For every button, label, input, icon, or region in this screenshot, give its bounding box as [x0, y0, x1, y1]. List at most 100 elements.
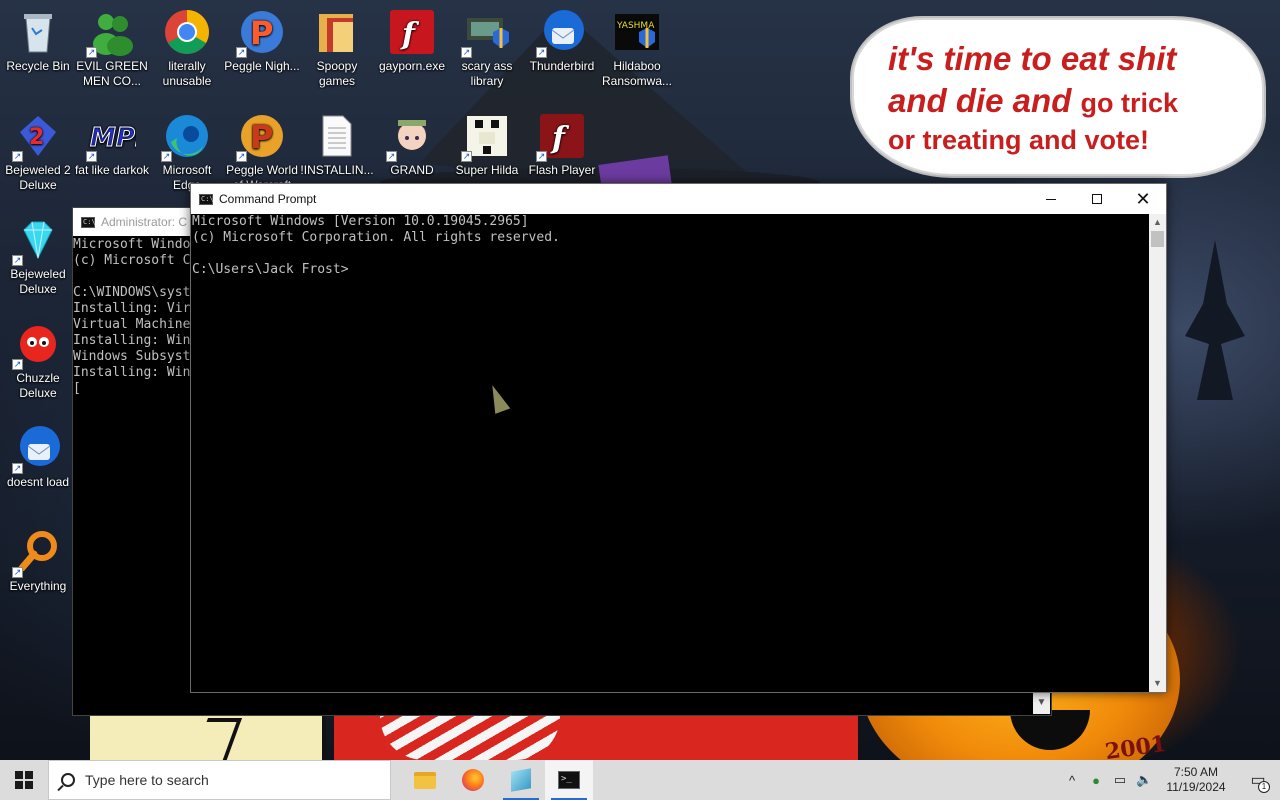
- taskbar-file-explorer[interactable]: [401, 760, 449, 800]
- icon-label: GRAND: [390, 163, 434, 177]
- taskbar: Type here to search >_ ^ ● ▭ 🔈 7:50 AM 1…: [0, 760, 1280, 800]
- icon-label: Hildaboo Ransomwa...: [601, 59, 673, 88]
- network-icon[interactable]: ▭: [1112, 772, 1128, 788]
- user-status-icon[interactable]: ●: [1088, 773, 1104, 788]
- file-explorer-icon: [414, 771, 436, 789]
- desktop-icon-hildaboo-ransomware[interactable]: YASHMA Hildaboo Ransomwa...: [599, 4, 675, 89]
- scroll-up-arrow-icon[interactable]: ▲: [1149, 214, 1166, 231]
- recycle-bin-icon: [14, 8, 62, 56]
- desktop-icon-peggle-nights[interactable]: P ↗ Peggle Nigh...: [224, 4, 300, 74]
- taskbar-firefox[interactable]: [449, 760, 497, 800]
- thunderbird-icon: ↗: [536, 8, 586, 58]
- desktop-icon-super-hilda[interactable]: ↗ Super Hilda: [449, 108, 525, 178]
- shortcut-arrow-icon: ↗: [12, 151, 23, 162]
- cmd-icon: C:\: [199, 193, 214, 205]
- terminal-icon: >_: [558, 771, 580, 789]
- cmd-console-output[interactable]: Microsoft Windows [Version 10.0.19045.29…: [191, 214, 1148, 692]
- svg-text:P: P: [250, 118, 273, 156]
- desktop-icon-scary-ass-library[interactable]: ↗ scary ass library: [449, 4, 525, 89]
- icon-label: doesnt load: [6, 475, 70, 489]
- desktop-icon-peggle-world-of-warcraft[interactable]: P ↗ Peggle World of Warcraft: [224, 108, 300, 193]
- desktop-icon-spoopy-games[interactable]: Spoopy games: [299, 4, 375, 89]
- admin-window-title: Administrator: C: [101, 215, 188, 229]
- clock-date: 11/19/2024: [1166, 780, 1226, 794]
- scroll-down-arrow-icon[interactable]: ▼: [1149, 675, 1166, 692]
- icon-label: Bejeweled 2 Deluxe: [5, 163, 71, 192]
- diamond-icon: ↗: [12, 216, 62, 266]
- icon-label: fat like darkok: [74, 163, 150, 177]
- icon-label: scary ass library: [461, 59, 513, 88]
- desktop-icon-everything[interactable]: ↗ Everything: [0, 524, 76, 594]
- chrome-icon: [163, 8, 211, 56]
- desktop-icon-evil-green-men[interactable]: ↗ EVIL GREEN MEN CO...: [74, 4, 150, 89]
- cmd-window-titlebar[interactable]: C:\ Command Prompt ✕: [191, 184, 1166, 214]
- taskbar-clock[interactable]: 7:50 AM 11/19/2024: [1160, 765, 1232, 795]
- desktop-icon-bejeweled-2[interactable]: 2 ↗ Bejeweled 2 Deluxe: [0, 108, 76, 193]
- desktop-icon-doesnt-load[interactable]: ↗ doesnt load: [0, 420, 76, 490]
- flash-icon: f: [388, 8, 436, 56]
- scroll-down-arrow-icon[interactable]: ▼: [1033, 692, 1050, 714]
- notification-badge: 1: [1258, 781, 1270, 793]
- speech-bubble: it's time to eat shit and die and go tri…: [852, 18, 1264, 176]
- bubble-line-1: it's time to eat shit: [888, 40, 1177, 77]
- desktop-icon-fat-like-darkok[interactable]: MPL ↗ fat like darkok: [74, 108, 152, 178]
- cmd-icon: C:\: [81, 216, 96, 228]
- desktop-icon-installing-txt[interactable]: !INSTALLIN...: [299, 108, 375, 178]
- cmd-window-title: Command Prompt: [219, 192, 317, 206]
- icon-label: Super Hilda: [455, 163, 519, 177]
- maximize-icon: [1092, 194, 1102, 204]
- green-men-icon: ↗: [86, 8, 136, 58]
- shortcut-arrow-icon: ↗: [161, 151, 172, 162]
- pixel-art-icon: ↗: [461, 112, 511, 162]
- console-line: Microsoft Windows [Version 10.0.19045.29…: [192, 214, 529, 229]
- bubble-line-2-italic: and die and: [888, 82, 1072, 119]
- desktop-icon-chrome[interactable]: literally unusable: [149, 4, 225, 89]
- shortcut-arrow-icon: ↗: [536, 47, 547, 58]
- desktop-icon-chuzzle-deluxe[interactable]: ↗ Chuzzle Deluxe: [0, 316, 76, 401]
- command-prompt-window[interactable]: C:\ Command Prompt ✕ Microsoft Windows […: [190, 183, 1167, 693]
- shortcut-arrow-icon: ↗: [386, 151, 397, 162]
- svg-text:2: 2: [29, 125, 44, 150]
- icon-label: Flash Player: [528, 163, 596, 177]
- desktop-icon-thunderbird[interactable]: ↗ Thunderbird: [524, 4, 600, 74]
- taskbar-command-prompt[interactable]: >_: [545, 760, 593, 800]
- icon-label: Recycle Bin: [6, 59, 70, 73]
- minimize-button[interactable]: [1028, 184, 1074, 214]
- firefox-icon: [462, 769, 484, 791]
- thunderbird-icon: ↗: [12, 424, 62, 474]
- icon-label: !INSTALLIN...: [300, 163, 374, 177]
- desktop-icon-flash-player[interactable]: f ↗ Flash Player: [524, 108, 600, 178]
- pumpkin-eye: [1010, 710, 1090, 750]
- shortcut-arrow-icon: ↗: [461, 47, 472, 58]
- shortcut-arrow-icon: ↗: [12, 255, 23, 266]
- icon-label: EVIL GREEN MEN CO...: [76, 59, 148, 88]
- desktop-icon-microsoft-edge[interactable]: ↗ Microsoft Edge: [149, 108, 225, 193]
- console-line: (c) Microsoft Corporation. All rights re…: [192, 230, 560, 245]
- desktop-icon-grand[interactable]: ↗ GRAND: [374, 108, 450, 178]
- volume-icon[interactable]: 🔈: [1136, 772, 1152, 788]
- mpl-icon: MPL ↗: [86, 112, 152, 162]
- taskbar-app[interactable]: [497, 760, 545, 800]
- notification-center-button[interactable]: ▭ 1: [1240, 760, 1276, 800]
- scrollbar-thumb[interactable]: [1151, 231, 1164, 247]
- close-button[interactable]: ✕: [1120, 184, 1166, 214]
- desktop-icon-bejeweled-deluxe[interactable]: ↗ Bejeweled Deluxe: [0, 212, 76, 297]
- start-button[interactable]: [0, 760, 48, 800]
- icon-label: Peggle Nigh...: [224, 59, 300, 73]
- folder-icon: [313, 8, 361, 56]
- console-line: C:\Users\Jack Frost>: [192, 262, 349, 277]
- minimize-icon: [1046, 198, 1056, 200]
- desktop-icon-gayporn-exe[interactable]: f gayporn.exe: [374, 4, 450, 74]
- maximize-button[interactable]: [1074, 184, 1120, 214]
- flash-player-icon: f ↗: [536, 112, 586, 162]
- icon-label: Everything: [9, 579, 67, 593]
- icon-label: gayporn.exe: [378, 59, 446, 73]
- shortcut-arrow-icon: ↗: [12, 567, 23, 578]
- vertical-scrollbar[interactable]: ▲ ▼: [1149, 214, 1166, 692]
- taskbar-search-box[interactable]: Type here to search: [48, 760, 391, 800]
- chevron-up-icon[interactable]: ^: [1064, 773, 1080, 788]
- clock-time: 7:50 AM: [1173, 765, 1219, 779]
- shortcut-arrow-icon: ↗: [12, 359, 23, 370]
- desktop-icon-recycle-bin[interactable]: Recycle Bin: [0, 4, 76, 74]
